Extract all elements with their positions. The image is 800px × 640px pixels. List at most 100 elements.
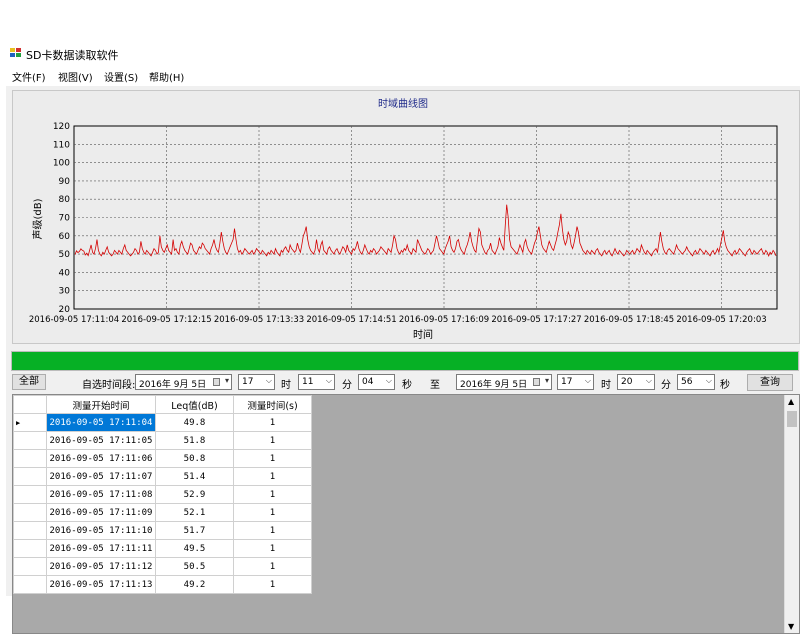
chevron-down-icon[interactable]: ▾ <box>225 376 229 385</box>
table-row[interactable]: 2016-09-05 17:11:13 49.2 1 <box>13 575 312 594</box>
calendar-icon[interactable] <box>533 378 540 386</box>
cell-leq[interactable]: 51.7 <box>155 521 234 540</box>
row-header[interactable]: ▶ <box>13 413 47 432</box>
cell-leq[interactable]: 50.8 <box>155 449 234 468</box>
table-row[interactable]: 2016-09-05 17:11:05 51.8 1 <box>13 431 312 450</box>
to-label: 至 <box>430 380 440 391</box>
end-minute-select[interactable]: 20 ⌵ <box>617 374 655 390</box>
cell-leq[interactable]: 52.1 <box>155 503 234 522</box>
all-button[interactable]: 全部 <box>12 374 46 390</box>
vertical-scrollbar[interactable]: ▲ ▼ <box>784 395 799 633</box>
cell-start-time[interactable]: 2016-09-05 17:11:10 <box>46 521 156 540</box>
query-button[interactable]: 查询 <box>747 374 793 391</box>
progress-bar <box>11 351 799 371</box>
cell-leq[interactable]: 49.2 <box>155 575 234 594</box>
table-row[interactable]: 2016-09-05 17:11:09 52.1 1 <box>13 503 312 522</box>
row-header[interactable] <box>13 467 47 486</box>
start-second-select[interactable]: 04 ⌵ <box>358 374 395 390</box>
column-header-start-time[interactable]: 测量开始时间 <box>46 395 156 414</box>
table-row[interactable]: 2016-09-05 17:11:06 50.8 1 <box>13 449 312 468</box>
table-row[interactable]: 2016-09-05 17:11:10 51.7 1 <box>13 521 312 540</box>
row-header[interactable] <box>13 485 47 504</box>
cell-duration[interactable]: 1 <box>233 485 312 504</box>
cell-start-time[interactable]: 2016-09-05 17:11:04 <box>46 413 156 432</box>
chevron-down-icon[interactable]: ▾ <box>545 376 549 385</box>
chevron-down-icon[interactable]: ⌵ <box>585 376 591 386</box>
cell-leq[interactable]: 49.8 <box>155 413 234 432</box>
table-row[interactable]: 2016-09-05 17:11:11 49.5 1 <box>13 539 312 558</box>
cell-start-time[interactable]: 2016-09-05 17:11:07 <box>46 467 156 486</box>
x-tick-label: 2016-09-05 17:14:51 <box>306 315 396 325</box>
row-header[interactable] <box>13 539 47 558</box>
cell-leq[interactable]: 49.5 <box>155 539 234 558</box>
menu-help[interactable]: 帮助(H) <box>149 69 184 84</box>
scroll-up-icon[interactable]: ▲ <box>788 397 794 406</box>
menu-file[interactable]: 文件(F) <box>12 69 46 84</box>
cell-start-time[interactable]: 2016-09-05 17:11:06 <box>46 449 156 468</box>
cell-start-time[interactable]: 2016-09-05 17:11:13 <box>46 575 156 594</box>
row-header[interactable] <box>13 521 47 540</box>
row-header[interactable] <box>13 449 47 468</box>
scroll-down-icon[interactable]: ▼ <box>788 622 794 631</box>
calendar-icon[interactable] <box>213 378 220 386</box>
cell-duration[interactable]: 1 <box>233 449 312 468</box>
table-row[interactable]: 2016-09-05 17:11:07 51.4 1 <box>13 467 312 486</box>
row-header[interactable] <box>13 575 47 594</box>
end-date-picker[interactable]: 2016年 9月 5日 ▾ <box>456 374 552 390</box>
cell-duration[interactable]: 1 <box>233 503 312 522</box>
start-minute-select[interactable]: 11 ⌵ <box>298 374 335 390</box>
start-date-picker[interactable]: 2016年 9月 5日 ▾ <box>135 374 232 390</box>
cell-leq[interactable]: 52.9 <box>155 485 234 504</box>
cell-start-time[interactable]: 2016-09-05 17:11:08 <box>46 485 156 504</box>
cell-leq[interactable]: 51.4 <box>155 467 234 486</box>
start-minute-value: 11 <box>302 377 314 387</box>
app-window: SD卡数据读取软件 文件(F) 视图(V) 设置(S) 帮助(H) 20 30 40… <box>6 40 800 634</box>
row-header[interactable] <box>13 557 47 576</box>
chevron-down-icon[interactable]: ⌵ <box>326 376 332 386</box>
chevron-down-icon[interactable]: ⌵ <box>386 376 392 386</box>
cell-duration[interactable]: 1 <box>233 431 312 450</box>
cell-start-time[interactable]: 2016-09-05 17:11:05 <box>46 431 156 450</box>
cell-start-time[interactable]: 2016-09-05 17:11:12 <box>46 557 156 576</box>
end-second-select[interactable]: 56 ⌵ <box>677 374 715 390</box>
end-minute-value: 20 <box>621 377 633 387</box>
cell-duration[interactable]: 1 <box>233 467 312 486</box>
cell-duration[interactable]: 1 <box>233 539 312 558</box>
table-row[interactable]: 2016-09-05 17:11:08 52.9 1 <box>13 485 312 504</box>
data-grid: 测量开始时间 Leq值(dB) 测量时间(s) ▶ 2016-09-05 17:1… <box>12 394 800 634</box>
y-tick-label: 30 <box>59 287 71 297</box>
row-header[interactable] <box>13 431 47 450</box>
second-unit-label: 秒 <box>402 380 412 391</box>
column-header-leq[interactable]: Leq值(dB) <box>155 395 234 414</box>
current-row-icon: ▶ <box>16 418 21 427</box>
cell-duration[interactable]: 1 <box>233 413 312 432</box>
cell-duration[interactable]: 1 <box>233 575 312 594</box>
chart-title: 时域曲线图 <box>378 97 428 110</box>
chevron-down-icon[interactable]: ⌵ <box>646 376 652 386</box>
table-row[interactable]: 2016-09-05 17:11:12 50.5 1 <box>13 557 312 576</box>
table-row[interactable]: ▶ 2016-09-05 17:11:04 49.8 1 <box>13 413 312 432</box>
menu-view[interactable]: 视图(V) <box>58 69 93 84</box>
end-second-value: 56 <box>681 377 693 387</box>
chevron-down-icon[interactable]: ⌵ <box>266 376 272 386</box>
scroll-thumb[interactable] <box>787 411 797 427</box>
end-hour-select[interactable]: 17 ⌵ <box>557 374 594 390</box>
y-tick-label: 110 <box>53 140 70 150</box>
row-header[interactable] <box>13 503 47 522</box>
x-tick-label: 2016-09-05 17:11:04 <box>29 315 119 325</box>
cell-duration[interactable]: 1 <box>233 557 312 576</box>
time-domain-chart: 20 30 40 50 60 70 80 90 100 110 120 2016-09-05 17:… <box>12 90 800 344</box>
chevron-down-icon[interactable]: ⌵ <box>706 376 712 386</box>
cell-leq[interactable]: 50.5 <box>155 557 234 576</box>
title-bar[interactable]: SD卡数据读取软件 <box>6 40 800 66</box>
menu-settings[interactable]: 设置(S) <box>104 69 138 84</box>
cell-start-time[interactable]: 2016-09-05 17:11:11 <box>46 539 156 558</box>
cell-leq[interactable]: 51.8 <box>155 431 234 450</box>
start-hour-select[interactable]: 17 ⌵ <box>238 374 275 390</box>
cell-duration[interactable]: 1 <box>233 521 312 540</box>
x-tick-label: 2016-09-05 17:12:15 <box>121 315 211 325</box>
cell-start-time[interactable]: 2016-09-05 17:11:09 <box>46 503 156 522</box>
column-header-duration[interactable]: 测量时间(s) <box>233 395 312 414</box>
minute-unit-label: 分 <box>342 380 352 391</box>
y-tick-label: 80 <box>59 195 71 205</box>
